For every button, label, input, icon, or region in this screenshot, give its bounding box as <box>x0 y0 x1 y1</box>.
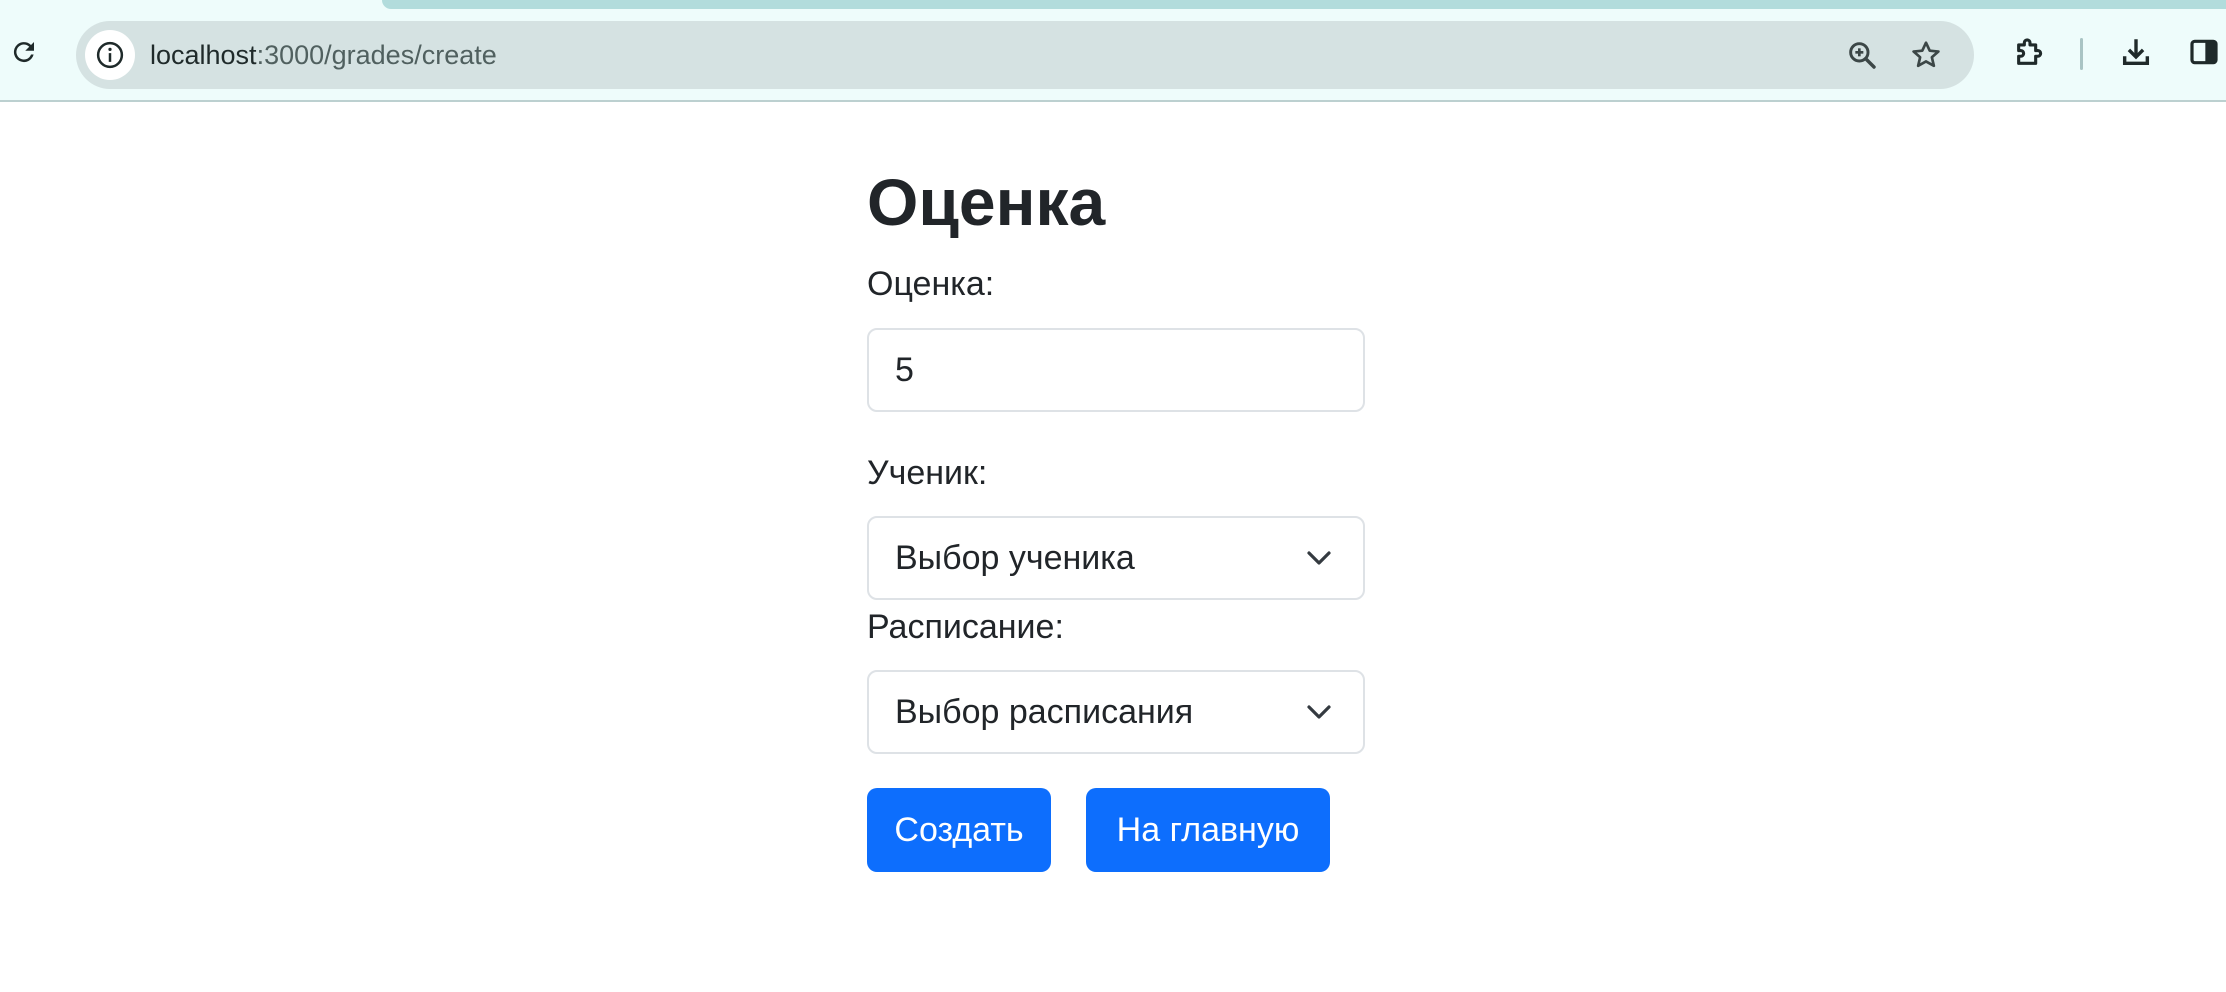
grade-input[interactable] <box>867 328 1365 412</box>
url-text[interactable]: localhost:3000/grades/create <box>150 21 497 89</box>
chevron-down-icon <box>1307 551 1331 565</box>
reload-icon[interactable] <box>6 34 42 70</box>
star-icon[interactable] <box>1906 35 1946 75</box>
url-path: :3000/grades/create <box>256 40 497 70</box>
address-bar[interactable]: localhost:3000/grades/create <box>76 21 1974 89</box>
puzzle-icon[interactable] <box>2010 32 2050 72</box>
download-icon[interactable] <box>2116 32 2156 72</box>
toolbar-separator <box>2080 38 2083 70</box>
schedule-select[interactable]: Выбор расписания <box>867 670 1365 754</box>
home-button[interactable]: На главную <box>1086 788 1330 872</box>
schedule-label: Расписание: <box>867 608 1064 646</box>
create-button[interactable]: Создать <box>867 788 1051 872</box>
schedule-select-value: Выбор расписания <box>895 693 1194 731</box>
chevron-down-icon <box>1307 705 1331 719</box>
zoom-icon[interactable] <box>1842 35 1882 75</box>
tab-strip <box>382 0 2226 9</box>
browser-toolbar: localhost:3000/grades/create <box>0 0 2226 102</box>
url-host: localhost <box>150 40 257 70</box>
info-icon[interactable] <box>85 30 135 80</box>
page-title: Оценка <box>867 165 1106 239</box>
grade-label: Оценка: <box>867 265 995 303</box>
side-panel-icon[interactable] <box>2186 32 2222 72</box>
student-select[interactable]: Выбор ученика <box>867 516 1365 600</box>
student-label: Ученик: <box>867 454 988 492</box>
student-select-value: Выбор ученика <box>895 539 1135 577</box>
